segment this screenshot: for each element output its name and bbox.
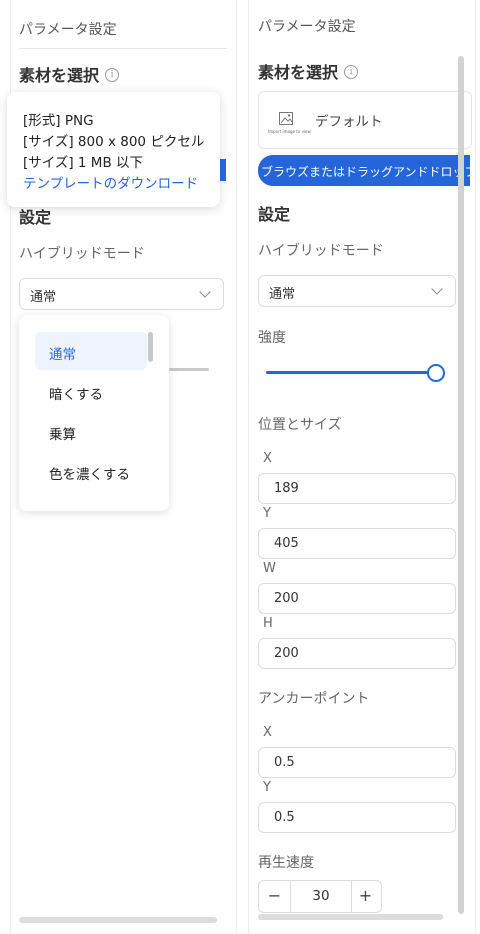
info-icon[interactable]: i bbox=[105, 67, 120, 82]
thumbnail-caption: Import image to view bbox=[268, 129, 311, 134]
blend-mode-label: ハイブリッドモード bbox=[258, 243, 384, 259]
w-input[interactable]: 200 bbox=[258, 583, 456, 614]
h-input[interactable]: 200 bbox=[258, 638, 456, 669]
option-label: 乗算 bbox=[49, 427, 76, 443]
h-value: 200 bbox=[274, 646, 299, 661]
strength-slider-track bbox=[169, 368, 209, 371]
blend-mode-label: ハイブリッドモード bbox=[19, 246, 145, 262]
playback-speed-stepper: − 30 + bbox=[258, 880, 382, 913]
material-heading-text: 素材を選択 bbox=[258, 63, 339, 82]
dropdown-scrollbar[interactable] bbox=[148, 332, 153, 362]
title-divider bbox=[19, 48, 227, 49]
y-input[interactable]: 405 bbox=[258, 528, 456, 559]
dropdown-option-multiply[interactable]: 乗算 bbox=[35, 412, 147, 450]
dropdown-option-color-burn[interactable]: 色を濃くする bbox=[35, 452, 147, 490]
chevron-down-icon bbox=[431, 283, 443, 295]
tooltip-format: [形式] PNG bbox=[23, 113, 94, 129]
strength-label: 強度 bbox=[258, 330, 286, 346]
vertical-scrollbar[interactable] bbox=[458, 56, 464, 914]
material-requirements-tooltip: [形式] PNG [サイズ] 800 x 800 ピクセル [サイズ] 1 MB… bbox=[7, 92, 220, 207]
horizontal-scrollbar[interactable] bbox=[19, 917, 217, 923]
w-value: 200 bbox=[274, 591, 299, 606]
anchor-y-label: Y bbox=[263, 780, 271, 795]
dropdown-option-normal[interactable]: 通常 bbox=[35, 332, 147, 370]
blend-mode-select[interactable]: 通常 bbox=[19, 278, 224, 310]
anchor-x-input[interactable]: 0.5 bbox=[258, 747, 456, 778]
tooltip-size-mb: [サイズ] 1 MB 以下 bbox=[23, 155, 144, 171]
strength-slider-thumb[interactable] bbox=[427, 364, 445, 382]
anchor-x-label: X bbox=[263, 725, 272, 740]
y-value: 405 bbox=[274, 536, 299, 551]
strength-slider-track[interactable] bbox=[266, 371, 436, 374]
option-label: 色を濃くする bbox=[49, 467, 130, 483]
option-label: 暗くする bbox=[49, 387, 103, 403]
x-value: 189 bbox=[274, 481, 299, 496]
upload-button-edge bbox=[220, 159, 226, 181]
anchor-y-value: 0.5 bbox=[274, 810, 295, 825]
tooltip-size-px: [サイズ] 800 x 800 ピクセル bbox=[23, 134, 205, 150]
blend-mode-value: 通常 bbox=[30, 290, 57, 305]
template-download-link[interactable]: テンプレートのダウンロード bbox=[23, 172, 198, 192]
panel-title: パラメータ設定 bbox=[19, 22, 117, 38]
playback-speed-value[interactable]: 30 bbox=[290, 881, 352, 912]
material-heading: 素材を選択 i bbox=[258, 59, 359, 83]
default-label: デフォルト bbox=[315, 114, 383, 130]
blend-mode-select[interactable]: 通常 bbox=[258, 275, 456, 307]
horizontal-scrollbar[interactable] bbox=[258, 914, 443, 920]
increment-button[interactable]: + bbox=[350, 881, 381, 912]
chevron-down-icon bbox=[199, 286, 211, 298]
y-label: Y bbox=[263, 506, 271, 521]
settings-heading: 設定 bbox=[258, 205, 291, 224]
settings-heading: 設定 bbox=[19, 208, 52, 227]
upload-button-label: ブラウズまたはドラッグアンドドロップ bbox=[261, 165, 470, 179]
anchor-y-input[interactable]: 0.5 bbox=[258, 802, 456, 833]
material-heading-text: 素材を選択 bbox=[19, 66, 100, 85]
anchor-point-label: アンカーポイント bbox=[258, 691, 370, 707]
w-label: W bbox=[263, 561, 276, 576]
h-label: H bbox=[263, 616, 273, 631]
playback-speed-label: 再生速度 bbox=[258, 855, 314, 871]
image-icon bbox=[279, 112, 293, 125]
material-heading: 素材を選択 i bbox=[19, 62, 120, 86]
panel-title: パラメータ設定 bbox=[258, 19, 356, 35]
anchor-x-value: 0.5 bbox=[274, 755, 295, 770]
dropdown-option-darken[interactable]: 暗くする bbox=[35, 372, 147, 410]
info-icon[interactable]: i bbox=[344, 64, 359, 79]
decrement-button[interactable]: − bbox=[259, 881, 290, 912]
blend-mode-value: 通常 bbox=[269, 287, 296, 302]
browse-upload-button[interactable]: ブラウズまたはドラッグアンドドロップ bbox=[258, 155, 470, 186]
right-panel: パラメータ設定 素材を選択 i Import image to view デフォル… bbox=[248, 0, 476, 934]
position-size-label: 位置とサイズ bbox=[258, 417, 342, 433]
default-material-card[interactable]: Import image to view デフォルト bbox=[258, 91, 472, 149]
x-input[interactable]: 189 bbox=[258, 473, 456, 504]
blend-mode-dropdown: 通常 暗くする 乗算 色を濃くする bbox=[19, 315, 169, 511]
x-label: X bbox=[263, 451, 272, 466]
option-label: 通常 bbox=[49, 347, 76, 363]
